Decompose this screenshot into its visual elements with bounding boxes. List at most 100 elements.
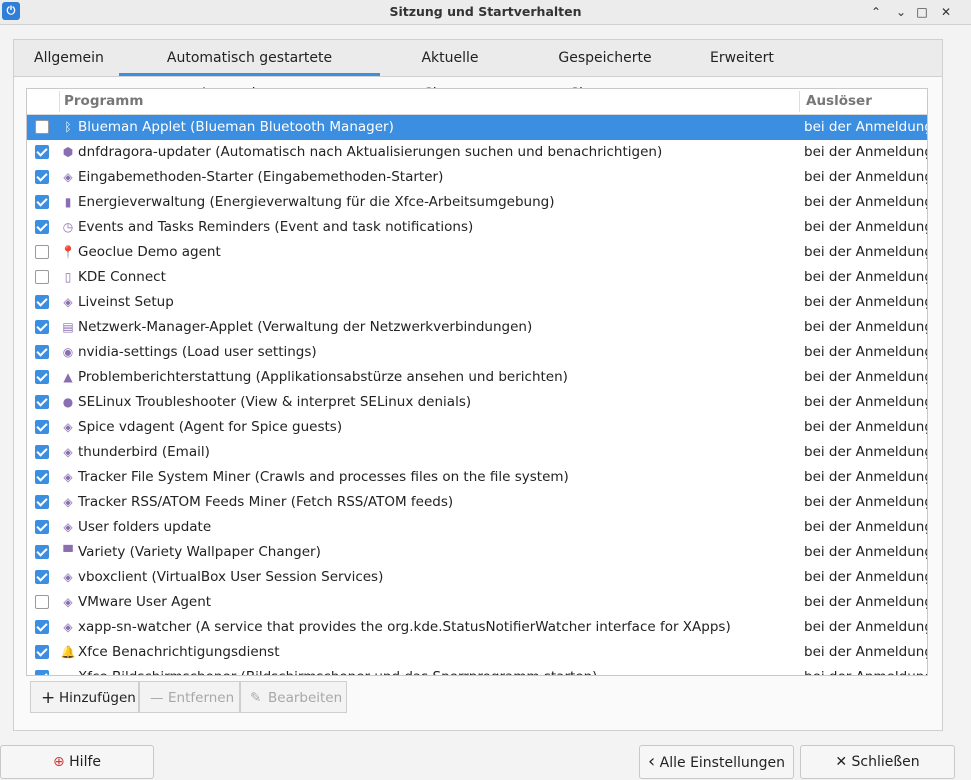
table-row[interactable]: ◈ VMware User Agent bei der Anmeldung [27, 590, 927, 615]
close-button[interactable]: ✕ Schließen [800, 745, 955, 779]
trigger-value: bei der Anmeldung [804, 394, 928, 410]
table-row[interactable]: ◈ Tracker File System Miner (Crawls and p… [27, 465, 927, 490]
trigger-value: bei der Anmeldung [804, 419, 928, 435]
trigger-value: bei der Anmeldung [804, 619, 928, 635]
program-name: thunderbird (Email) [78, 444, 210, 460]
trigger-value: bei der Anmeldung [804, 494, 928, 510]
table-row[interactable]: ᛒ Blueman Applet (Blueman Bluetooth Manag… [27, 115, 927, 140]
program-name: vboxclient (VirtualBox User Session Serv… [78, 569, 384, 585]
autostart-checkbox[interactable] [35, 245, 49, 259]
program-name: Blueman Applet (Blueman Bluetooth Manage… [78, 119, 394, 135]
table-row[interactable]: ▮ Energieverwaltung (Energieverwaltung fü… [27, 190, 927, 215]
table-row[interactable]: ▤ Netzwerk-Manager-Applet (Verwaltung der… [27, 315, 927, 340]
program-name: Variety (Variety Wallpaper Changer) [78, 544, 321, 560]
all-settings-button[interactable]: ‹ Alle Einstellungen [639, 745, 794, 779]
program-name: Tracker File System Miner (Crawls and pr… [78, 469, 569, 485]
autostart-checkbox[interactable] [35, 445, 49, 459]
table-row[interactable]: ▯ KDE Connect bei der Anmeldung [27, 265, 927, 290]
generic-app-icon: ◈ [63, 595, 73, 609]
tab-allgemein[interactable]: Allgemein [34, 40, 104, 76]
table-row[interactable]: ● SELinux Troubleshooter (View & interpre… [27, 390, 927, 415]
autostart-checkbox[interactable] [35, 170, 49, 184]
tab-autostart[interactable]: Automatisch gestartete Anwendungen [119, 40, 380, 102]
autostart-checkbox[interactable] [35, 345, 49, 359]
table-row[interactable]: ⬢ dnfdragora-updater (Automatisch nach Ak… [27, 140, 927, 165]
main-panel: Allgemein Automatisch gestartete Anwendu… [13, 39, 943, 731]
trigger-value: bei der Anmeldung [804, 119, 928, 135]
trigger-value: bei der Anmeldung [804, 144, 928, 160]
autostart-checkbox[interactable] [35, 645, 49, 659]
autostart-checkbox[interactable] [35, 520, 49, 534]
bell-icon: 🔔 [60, 645, 76, 659]
autostart-checkbox[interactable] [35, 420, 49, 434]
autostart-checkbox[interactable] [35, 620, 49, 634]
table-row[interactable]: ◈ thunderbird (Email) bei der Anmeldung [27, 440, 927, 465]
table-row[interactable]: ◈ Spice vdagent (Agent for Spice guests) b… [27, 415, 927, 440]
table-row[interactable]: ◈ xapp-sn-watcher (A service that provide… [27, 615, 927, 640]
alarm-icon: ▲ [63, 370, 73, 384]
table-row[interactable]: ◈ Eingabemethoden-Starter (Eingabemethode… [27, 165, 927, 190]
phone-icon: ▯ [64, 270, 72, 284]
autostart-checkbox[interactable] [35, 595, 49, 609]
trigger-value: bei der Anmeldung [804, 244, 928, 260]
program-name: Spice vdagent (Agent for Spice guests) [78, 419, 343, 435]
table-row[interactable]: ▲ Problemberichterstattung (Applikationsa… [27, 365, 927, 390]
table-row[interactable]: ◈ Liveinst Setup bei der Anmeldung [27, 290, 927, 315]
trigger-value: bei der Anmeldung [804, 444, 928, 460]
program-name: User folders update [78, 519, 212, 535]
table-row[interactable]: ▪Xfce Bildschirmschoner (Bildschirmschon… [27, 665, 927, 675]
autostart-checkbox[interactable] [35, 545, 49, 559]
trigger-value: bei der Anmeldung [804, 369, 928, 385]
autostart-checkbox[interactable] [35, 395, 49, 409]
program-name: nvidia-settings (Load user settings) [78, 344, 317, 360]
table-row[interactable]: ◉ nvidia-settings (Load user settings) bei… [27, 340, 927, 365]
program-name: SELinux Troubleshooter (View & interpret… [78, 394, 472, 410]
tab-aktuelle-sitzung[interactable]: Aktuelle Sitzung [399, 40, 501, 102]
trigger-value: bei der Anmeldung [804, 269, 928, 285]
autostart-checkbox[interactable] [35, 495, 49, 509]
tab-erweitert[interactable]: Erweitert [710, 40, 774, 76]
restore-button[interactable]: □ [913, 3, 931, 21]
minimize-button[interactable]: ⌃ [867, 3, 885, 21]
program-name: Energieverwaltung (Energieverwaltung für… [78, 194, 555, 210]
autostart-checkbox[interactable] [35, 295, 49, 309]
program-name: xapp-sn-watcher (A service that provides… [78, 619, 731, 635]
table-row[interactable]: ◈ Tracker RSS/ATOM Feeds Miner (Fetch RSS… [27, 490, 927, 515]
column-header-trigger[interactable]: Auslöser [806, 89, 872, 114]
wallpaper-icon: ▀ [63, 545, 73, 559]
trigger-value: bei der Anmeldung [804, 594, 928, 610]
add-button[interactable]: + Hinzufügen [30, 681, 139, 713]
table-row[interactable]: ◷ Events and Tasks Reminders (Event and t… [27, 215, 927, 240]
autostart-checkbox[interactable] [35, 370, 49, 384]
column-header-program[interactable]: Programm [64, 89, 143, 114]
autostart-checkbox[interactable] [35, 670, 49, 675]
autostart-checkbox[interactable] [35, 270, 49, 284]
autostart-checkbox[interactable] [35, 570, 49, 584]
autostart-checkbox[interactable] [35, 220, 49, 234]
remove-button-label: Entfernen [168, 690, 235, 706]
autostart-checkbox[interactable] [35, 145, 49, 159]
table-row[interactable]: 🔔 Xfce Benachrichtigungsdienst bei der Anm… [27, 640, 927, 665]
autostart-checkbox[interactable] [35, 320, 49, 334]
help-button[interactable]: ⊕ Hilfe [0, 745, 154, 779]
remove-button[interactable]: — Entfernen [139, 681, 240, 713]
maximize-icon[interactable]: ⌄ [892, 3, 910, 21]
selinux-icon: ● [62, 395, 74, 409]
nvidia-icon: ◉ [62, 345, 74, 359]
autostart-checkbox[interactable] [35, 470, 49, 484]
close-window-button[interactable]: ✕ [937, 3, 955, 21]
trigger-value: bei der Anmeldung [804, 469, 928, 485]
close-button-label: Schließen [851, 754, 920, 770]
table-row[interactable]: 📍 Geoclue Demo agent bei der Anmeldung [27, 240, 927, 265]
trigger-value: bei der Anmeldung [804, 319, 928, 335]
tab-gespeicherte-sitzungen[interactable]: Gespeicherte Sitzungen [530, 40, 680, 102]
close-icon: ✕ [835, 754, 848, 770]
edit-button[interactable]: ✎ Bearbeiten [240, 681, 347, 713]
table-row[interactable]: ◈ User folders update bei der Anmeldung [27, 515, 927, 540]
table-row[interactable]: ▀ Variety (Variety Wallpaper Changer) bei … [27, 540, 927, 565]
table-row[interactable]: ◈ vboxclient (VirtualBox User Session Ser… [27, 565, 927, 590]
column-separator [59, 91, 60, 112]
autostart-checkbox[interactable] [35, 195, 49, 209]
autostart-checkbox[interactable] [35, 120, 49, 134]
program-name: Eingabemethoden-Starter (Eingabemethoden… [78, 169, 444, 185]
